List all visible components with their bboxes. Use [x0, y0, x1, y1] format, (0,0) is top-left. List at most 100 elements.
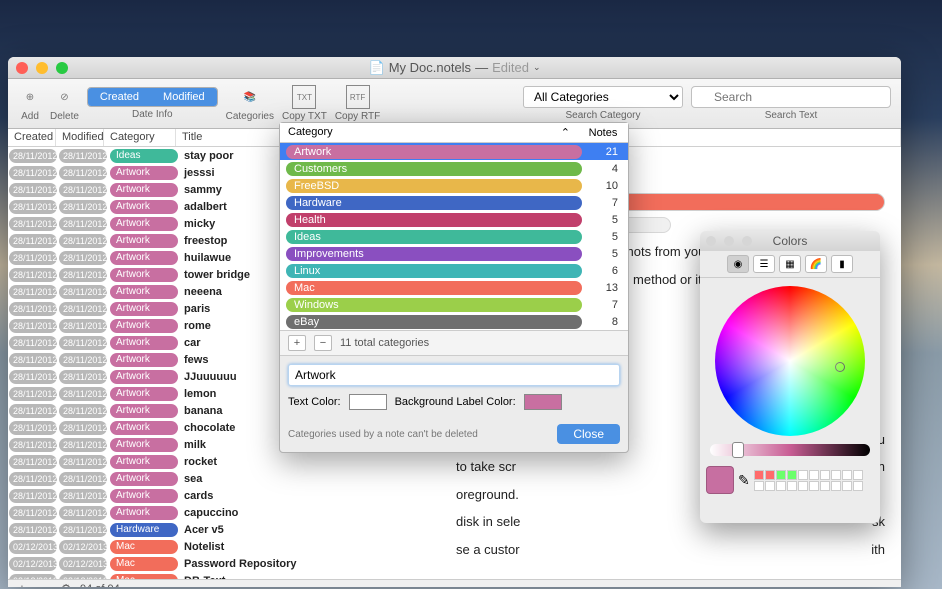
mini-swatch[interactable] — [787, 481, 797, 491]
category-row[interactable]: Linux6 — [280, 262, 628, 279]
brightness-slider[interactable] — [710, 444, 870, 456]
col-category[interactable]: Category — [104, 129, 176, 146]
swatch-grid[interactable] — [754, 470, 863, 491]
cat-col-name[interactable]: Category ⌃ — [280, 126, 578, 139]
current-color-swatch[interactable] — [706, 466, 734, 494]
created-date: 28/11/2012 — [9, 472, 57, 486]
titlebar[interactable]: 📄 My Doc.notels — Edited ⌄ — [8, 57, 901, 79]
mini-swatch[interactable] — [776, 481, 786, 491]
eyedropper-icon[interactable]: ✎ — [738, 472, 750, 489]
category-pill: Artwork — [110, 370, 178, 384]
row-title: neeena — [180, 286, 222, 298]
remove-row-button[interactable]: − — [36, 583, 52, 588]
mini-swatch[interactable] — [831, 470, 841, 480]
close-icon[interactable] — [706, 236, 716, 246]
window-title: 📄 My Doc.notels — Edited ⌄ — [369, 60, 541, 76]
minimize-icon[interactable] — [36, 62, 48, 74]
category-row[interactable]: Hardware7 — [280, 194, 628, 211]
mini-swatch[interactable] — [798, 470, 808, 480]
mini-swatch[interactable] — [809, 470, 819, 480]
modified-date: 28/11/2012 — [59, 387, 107, 401]
mini-swatch[interactable] — [798, 481, 808, 491]
copy-txt-button[interactable]: TXTCopy TXT — [282, 85, 327, 122]
remove-category-button[interactable]: − — [314, 335, 332, 351]
category-pill: Mac — [110, 540, 178, 554]
category-filter-select[interactable]: All Categories — [523, 86, 683, 108]
created-date: 28/11/2012 — [9, 251, 57, 265]
category-row[interactable]: Mac13 — [280, 279, 628, 296]
close-button[interactable]: Close — [557, 424, 620, 444]
mini-swatch[interactable] — [809, 481, 819, 491]
mini-swatch[interactable] — [754, 470, 764, 480]
category-row[interactable]: FreeBSD10 — [280, 177, 628, 194]
modified-date: 02/12/2013 — [59, 557, 107, 571]
color-wheel[interactable] — [715, 286, 865, 436]
mini-swatch[interactable] — [820, 470, 830, 480]
category-pill: Artwork — [110, 200, 178, 214]
mini-swatch[interactable] — [765, 481, 775, 491]
category-row[interactable]: Improvements5 — [280, 245, 628, 262]
row-title: JJuuuuuu — [180, 371, 237, 383]
slider-knob[interactable] — [732, 442, 744, 458]
categories-button[interactable]: 📚Categories — [226, 85, 274, 122]
crayons-tab-icon[interactable]: ▮ — [831, 255, 853, 273]
modified-toggle[interactable]: Modified — [151, 88, 217, 106]
category-pill: Artwork — [110, 353, 178, 367]
wheel-tab-icon[interactable]: ◉ — [727, 255, 749, 273]
bg-color-swatch[interactable] — [524, 394, 562, 410]
created-toggle[interactable]: Created — [88, 88, 151, 106]
category-row[interactable]: Customers4 — [280, 160, 628, 177]
text-color-swatch[interactable] — [349, 394, 387, 410]
category-pill: Artwork — [110, 387, 178, 401]
add-row-button[interactable]: + — [14, 583, 30, 588]
row-title: jesssi — [180, 167, 215, 179]
category-row[interactable]: Ideas5 — [280, 228, 628, 245]
categories-list[interactable]: Artwork21Customers4FreeBSD10Hardware7Hea… — [280, 143, 628, 330]
chevron-down-icon[interactable]: ⌄ — [533, 62, 541, 73]
row-title: sammy — [180, 184, 222, 196]
mini-swatch[interactable] — [754, 481, 764, 491]
colors-titlebar[interactable]: Colors — [700, 231, 880, 251]
add-category-button[interactable]: + — [288, 335, 306, 351]
copy-rtf-button[interactable]: RTFCopy RTF — [335, 85, 380, 122]
maximize-icon[interactable] — [742, 236, 752, 246]
categories-header: Category ⌃ Notes — [280, 123, 628, 143]
category-row[interactable]: eBay8 — [280, 313, 628, 330]
table-row[interactable]: 02/12/201302/12/2013MacDB-Text — [8, 572, 901, 579]
minimize-icon[interactable] — [724, 236, 734, 246]
category-count: 7 — [588, 299, 628, 311]
doc-icon: 📄 — [369, 60, 385, 76]
mini-swatch[interactable] — [820, 481, 830, 491]
category-pill: Artwork — [110, 472, 178, 486]
search-input[interactable] — [691, 86, 891, 108]
category-row[interactable]: Artwork21 — [280, 143, 628, 160]
sliders-tab-icon[interactable]: ☰ — [753, 255, 775, 273]
wheel-cursor-icon[interactable] — [835, 362, 845, 372]
maximize-icon[interactable] — [56, 62, 68, 74]
created-date: 28/11/2012 — [9, 302, 57, 316]
mini-swatch[interactable] — [765, 470, 775, 480]
mini-swatch[interactable] — [853, 481, 863, 491]
category-pill: FreeBSD — [286, 179, 582, 193]
category-name-input[interactable] — [288, 364, 620, 386]
mini-swatch[interactable] — [831, 481, 841, 491]
cat-col-notes[interactable]: Notes — [578, 127, 628, 139]
delete-button[interactable]: ⊘Delete — [50, 85, 79, 122]
palette-tab-icon[interactable]: ▦ — [779, 255, 801, 273]
row-title: stay poor — [180, 150, 234, 162]
add-button[interactable]: ⊕Add — [18, 85, 42, 122]
modified-date: 28/11/2012 — [59, 183, 107, 197]
gear-icon[interactable]: ⚙ — [58, 582, 74, 587]
spectrum-tab-icon[interactable]: 🌈 — [805, 255, 827, 273]
mini-swatch[interactable] — [842, 470, 852, 480]
category-row[interactable]: Health5 — [280, 211, 628, 228]
col-created[interactable]: Created — [8, 129, 56, 146]
mini-swatch[interactable] — [787, 470, 797, 480]
col-modified[interactable]: Modified — [56, 129, 104, 146]
close-icon[interactable] — [16, 62, 28, 74]
mini-swatch[interactable] — [853, 470, 863, 480]
mini-swatch[interactable] — [776, 470, 786, 480]
created-date: 28/11/2012 — [9, 268, 57, 282]
mini-swatch[interactable] — [842, 481, 852, 491]
category-row[interactable]: Windows7 — [280, 296, 628, 313]
